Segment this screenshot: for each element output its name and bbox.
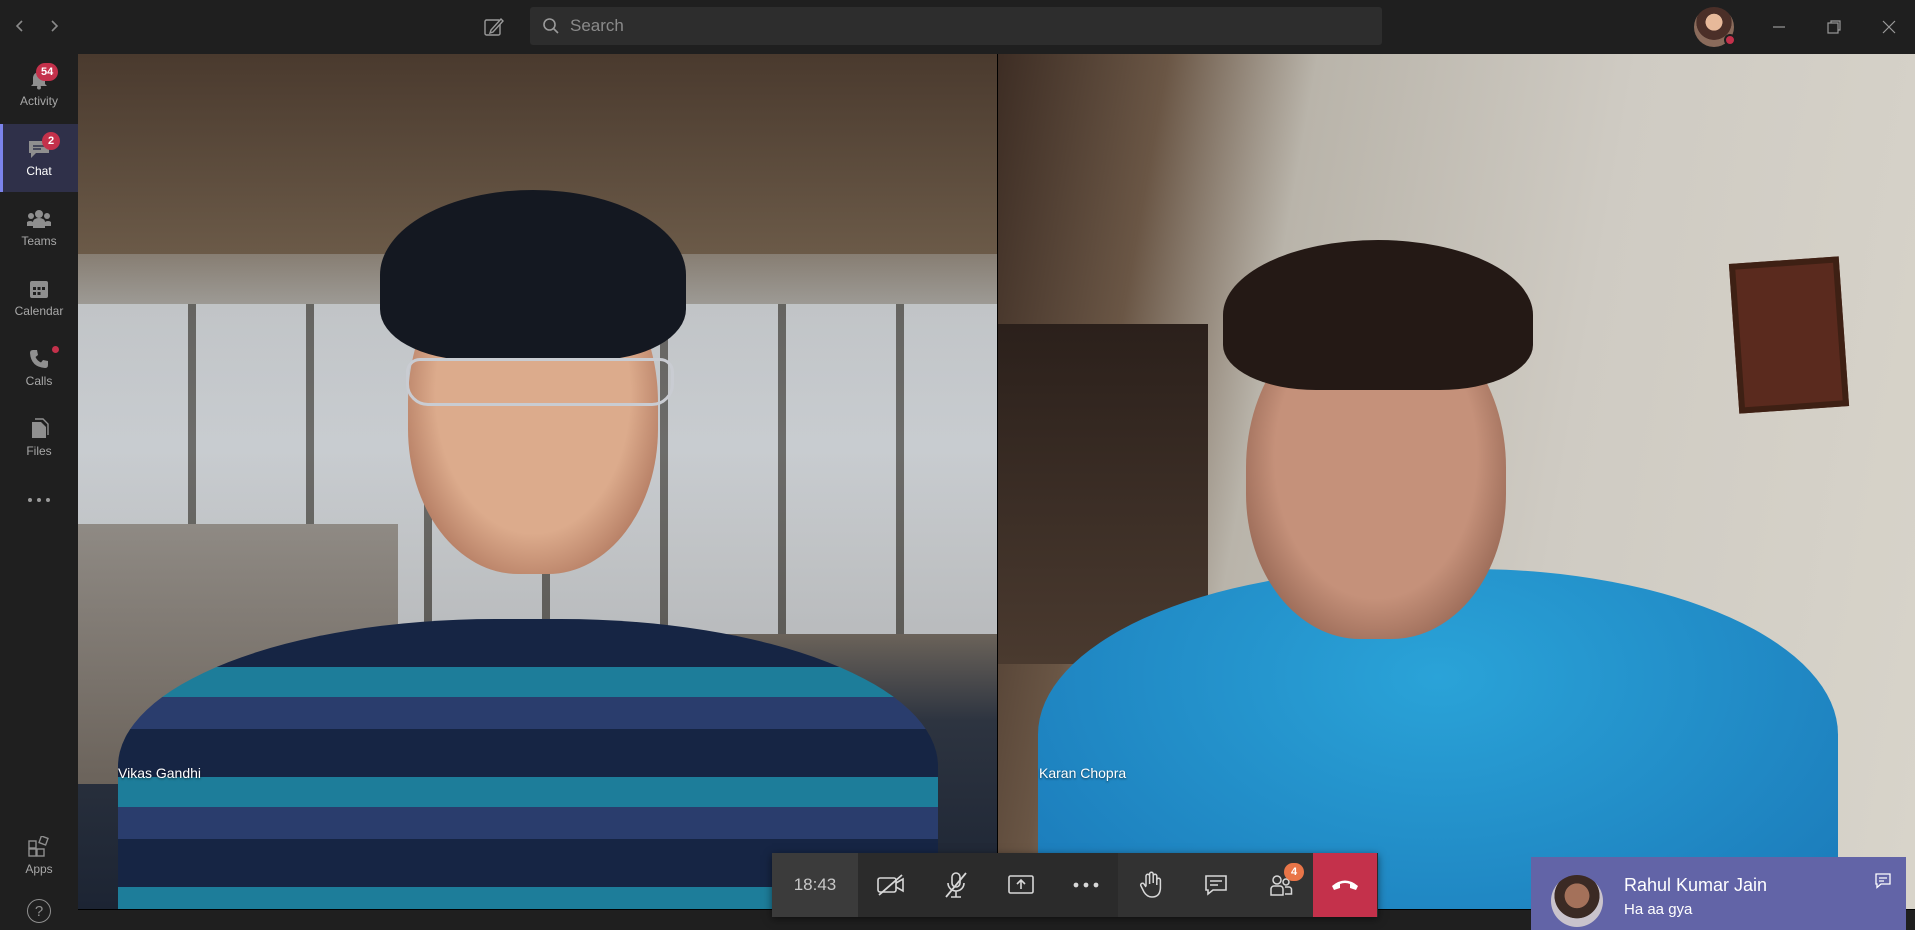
- more-dots-icon: [28, 498, 50, 502]
- title-bar: [0, 0, 1915, 54]
- search-box[interactable]: [530, 7, 1382, 45]
- raise-hand-icon: [1139, 871, 1161, 898]
- teams-icon: [27, 210, 51, 228]
- toast-sender-name: Rahul Kumar Jain: [1624, 875, 1768, 895]
- more-actions-button[interactable]: [1053, 853, 1118, 917]
- calendar-icon: [30, 281, 48, 298]
- rail-label: Activity: [19, 94, 58, 108]
- activity-badge: 54: [36, 63, 59, 81]
- presence-status-dot: [1724, 34, 1736, 46]
- minimize-button[interactable]: [1764, 12, 1794, 42]
- show-participants-button[interactable]: 4: [1248, 853, 1313, 917]
- more-apps-button[interactable]: [0, 480, 78, 520]
- hang-up-icon: [1332, 880, 1358, 890]
- help-button[interactable]: ?: [0, 892, 78, 930]
- raise-hand-button[interactable]: [1118, 853, 1183, 917]
- open-chat-button[interactable]: [1874, 872, 1892, 895]
- more-dots-icon: [1073, 882, 1098, 888]
- mic-off-icon: [944, 872, 967, 898]
- rail-label: Teams: [21, 234, 57, 248]
- participant-hair: [380, 190, 686, 360]
- forward-button[interactable]: [42, 14, 66, 38]
- rail-label: Chat: [26, 164, 52, 178]
- rail-item-apps[interactable]: Apps: [0, 822, 78, 890]
- chat-icon: [1204, 875, 1227, 896]
- hang-up-button[interactable]: [1313, 853, 1377, 917]
- search-input[interactable]: [570, 16, 1350, 36]
- chevron-left-icon: [15, 20, 23, 32]
- rail-item-teams[interactable]: Teams: [0, 194, 78, 262]
- call-timer: 18:43: [772, 853, 858, 917]
- restore-button[interactable]: [1819, 12, 1849, 42]
- rail-label: Apps: [25, 862, 53, 876]
- close-button[interactable]: [1874, 12, 1904, 42]
- minimize-icon: [1773, 26, 1785, 28]
- participants-count-badge: 4: [1284, 863, 1304, 881]
- participant-name-label: Vikas Gandhi: [118, 765, 202, 781]
- video-tile[interactable]: Karan Chopra: [998, 54, 1915, 909]
- new-chat-button[interactable]: [480, 13, 508, 41]
- call-stage: Vikas Gandhi Karan Chopra 18:43 4: [78, 54, 1915, 917]
- chat-icon: [1875, 873, 1891, 889]
- camera-toggle-button[interactable]: [858, 853, 923, 917]
- sender-avatar: [1551, 875, 1603, 927]
- app-bar: Activity 54 Chat 2 Teams Calendar Calls …: [0, 54, 78, 930]
- participant-name-label: Karan Chopra: [1039, 765, 1127, 781]
- rail-item-calls[interactable]: Calls: [0, 334, 78, 402]
- compose-icon: [484, 17, 504, 36]
- video-tile[interactable]: Vikas Gandhi: [78, 54, 997, 909]
- share-screen-button[interactable]: [988, 853, 1053, 917]
- rail-item-activity[interactable]: Activity 54: [0, 54, 78, 122]
- rail-item-files[interactable]: Files: [0, 404, 78, 472]
- rail-label: Calls: [25, 374, 53, 388]
- mic-toggle-button[interactable]: [923, 853, 988, 917]
- participant-hair: [1223, 240, 1533, 390]
- share-screen-icon: [1007, 875, 1034, 894]
- help-glyph: ?: [34, 902, 44, 920]
- back-button[interactable]: [8, 14, 32, 38]
- phone-icon: [30, 350, 48, 368]
- camera-off-icon: [876, 874, 904, 896]
- files-icon: [32, 418, 49, 438]
- calls-notification-dot: [52, 346, 59, 353]
- chat-badge: 2: [42, 132, 60, 150]
- rail-item-calendar[interactable]: Calendar: [0, 264, 78, 332]
- restore-icon: [1827, 20, 1841, 34]
- toast-message: Ha aa gya: [1624, 901, 1693, 918]
- video-background-frame: [1728, 256, 1850, 414]
- call-controls-bar: 18:43 4: [772, 853, 1378, 917]
- rail-label: Files: [26, 444, 52, 458]
- help-icon: ?: [27, 899, 51, 923]
- rail-item-chat[interactable]: Chat 2: [0, 124, 78, 192]
- apps-icon: [28, 836, 49, 857]
- participant-glasses: [406, 358, 674, 406]
- search-icon: [543, 18, 559, 34]
- rail-label: Calendar: [14, 304, 64, 318]
- chevron-right-icon: [51, 20, 59, 32]
- close-icon: [1882, 20, 1896, 34]
- chat-notification-toast[interactable]: Rahul Kumar Jain Ha aa gya: [1531, 857, 1906, 930]
- show-conversation-button[interactable]: [1183, 853, 1248, 917]
